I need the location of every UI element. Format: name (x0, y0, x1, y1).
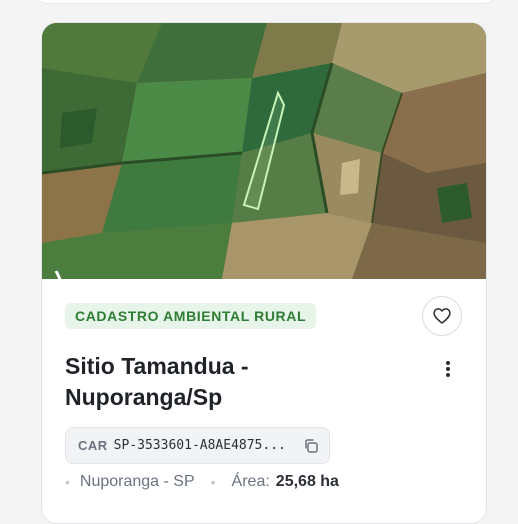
previous-card-edge (34, 0, 498, 4)
forest-patch (437, 183, 472, 223)
field-patch (122, 78, 252, 163)
car-code: SP-3533601-A8AE4875... (113, 438, 286, 453)
favorite-button[interactable] (422, 296, 462, 336)
property-card[interactable]: CADASTRO AMBIENTAL RURAL Sitio Tamandua … (41, 22, 487, 524)
separator-dot: • (210, 474, 216, 490)
separator-dot: • (65, 474, 70, 490)
copy-icon[interactable] (303, 438, 319, 454)
property-meta: • Nuporanga - SP • Área: 25,68 ha (65, 471, 339, 493)
category-badge: CADASTRO AMBIENTAL RURAL (65, 303, 317, 329)
property-title: Sitio Tamandua - Nuporanga/Sp (65, 353, 249, 410)
area-value: 25,68 ha (275, 473, 339, 490)
category-badge-label: CADASTRO AMBIENTAL RURAL (75, 308, 307, 324)
field-patch (102, 153, 242, 233)
field-patch (340, 159, 360, 195)
car-label: CAR (78, 438, 108, 453)
satellite-map[interactable] (42, 23, 486, 279)
field-patch (222, 213, 372, 279)
location-text: Nuporanga - SP (79, 473, 195, 490)
forest-patch (60, 108, 97, 148)
satellite-image (42, 23, 486, 279)
more-options-button[interactable] (438, 357, 458, 381)
more-vertical-icon (446, 361, 450, 377)
car-code-chip[interactable]: CAR SP-3533601-A8AE4875... (65, 427, 330, 464)
heart-icon (433, 308, 451, 324)
area-label: Área: (231, 473, 270, 490)
